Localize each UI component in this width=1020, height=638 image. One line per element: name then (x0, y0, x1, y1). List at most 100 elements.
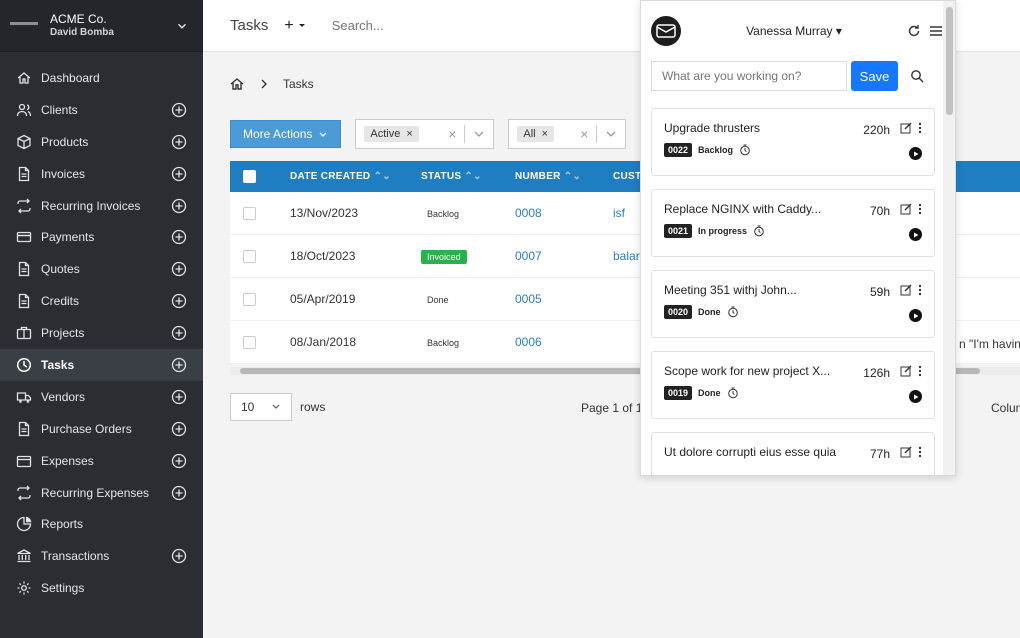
task-number-badge: 0020 (664, 305, 693, 319)
column-status[interactable]: STATUS ⌃⌄ (421, 171, 515, 182)
breadcrumb-current[interactable]: Tasks (283, 77, 314, 91)
search-input[interactable] (331, 18, 532, 33)
more-vertical-icon[interactable] (918, 122, 922, 134)
search-icon[interactable] (902, 61, 932, 91)
rows-per-page-select[interactable]: 10 (230, 393, 292, 421)
sidebar-item-recurring-invoices[interactable]: Recurring Invoices (0, 190, 203, 222)
play-icon[interactable] (909, 228, 922, 241)
play-icon[interactable] (909, 147, 922, 160)
sidebar-item-expenses[interactable]: Expenses (0, 445, 203, 477)
task-card[interactable]: Upgrade thrusters 220h 0022 Backlog (651, 108, 935, 176)
play-icon[interactable] (909, 309, 922, 322)
task-card[interactable]: Ut dolore corrupti eius esse quia 77h (651, 432, 935, 475)
menu-icon[interactable] (929, 24, 943, 38)
task-status: In progress (698, 226, 748, 236)
avatar[interactable] (651, 16, 681, 46)
add-circle-icon[interactable] (171, 293, 187, 309)
sidebar-item-invoices[interactable]: Invoices (0, 158, 203, 190)
row-checkbox[interactable] (243, 292, 256, 306)
sidebar-item-label: Invoices (41, 166, 86, 181)
add-circle-icon[interactable] (171, 198, 187, 214)
remove-tag-icon[interactable]: × (406, 128, 412, 140)
sidebar-item-transactions[interactable]: Transactions (0, 540, 203, 572)
save-button[interactable]: Save (851, 61, 898, 91)
chevron-down-icon[interactable] (605, 128, 617, 140)
client-filter-select[interactable]: All × × (508, 119, 627, 149)
add-circle-icon[interactable] (171, 421, 187, 437)
work-description-input[interactable] (651, 61, 847, 91)
add-circle-icon[interactable] (171, 229, 187, 245)
add-circle-icon[interactable] (171, 485, 187, 501)
sidebar-item-products[interactable]: Products (0, 126, 203, 158)
sidebar-item-projects[interactable]: Projects (0, 317, 203, 349)
column-number[interactable]: NUMBER ⌃⌄ (515, 171, 613, 182)
edit-icon[interactable] (900, 446, 912, 458)
sidebar-item-dashboard[interactable]: Dashboard (0, 62, 203, 94)
sidebar-item-credits[interactable]: Credits (0, 285, 203, 317)
clear-icon[interactable]: × (572, 126, 596, 142)
row-checkbox[interactable] (243, 335, 256, 349)
edit-icon[interactable] (900, 122, 912, 134)
status-filter-select[interactable]: Active × × (355, 119, 495, 149)
sidebar-item-reports[interactable]: Reports (0, 508, 203, 540)
more-vertical-icon[interactable] (918, 203, 922, 215)
sidebar-item-vendors[interactable]: Vendors (0, 381, 203, 413)
row-checkbox[interactable] (243, 249, 256, 263)
task-number-link[interactable]: 0007 (515, 249, 542, 263)
more-vertical-icon[interactable] (918, 446, 922, 458)
repeat-icon (16, 485, 32, 501)
task-card[interactable]: Replace NGINX with Caddy... 70h 0021 In pro… (651, 189, 935, 257)
sidebar-item-label: Projects (41, 326, 85, 341)
time-tracker-popup: Vanessa Murray ▾ Save Upgrade thrusters 2… (640, 0, 956, 476)
task-card[interactable]: Scope work for new project X... 126h 0019 D… (651, 351, 935, 419)
add-circle-icon[interactable] (171, 389, 187, 405)
task-title: Meeting 351 withj John... (664, 283, 797, 297)
row-checkbox[interactable] (243, 206, 256, 220)
customer-link[interactable]: balar (613, 249, 640, 263)
more-vertical-icon[interactable] (918, 284, 922, 296)
popup-scrollbar[interactable] (943, 1, 955, 475)
remove-tag-icon[interactable]: × (542, 128, 548, 140)
add-circle-icon[interactable] (171, 548, 187, 564)
sidebar-item-settings[interactable]: Settings (0, 572, 203, 604)
sidebar-item-recurring-expenses[interactable]: Recurring Expenses (0, 477, 203, 509)
sidebar-item-clients[interactable]: Clients (0, 94, 203, 126)
clear-icon[interactable]: × (440, 126, 464, 142)
credit-card-icon (16, 229, 32, 245)
chevron-down-icon[interactable] (175, 19, 189, 33)
sidebar-item-label: Expenses (41, 453, 94, 468)
home-icon[interactable] (229, 76, 245, 92)
add-circle-icon[interactable] (171, 453, 187, 469)
user-menu[interactable]: Vanessa Murray ▾ (681, 24, 907, 38)
task-number-link[interactable]: 0008 (515, 206, 542, 220)
edit-icon[interactable] (900, 284, 912, 296)
refresh-icon[interactable] (907, 24, 921, 38)
add-circle-icon[interactable] (171, 166, 187, 182)
play-icon[interactable] (909, 390, 922, 403)
add-circle-icon[interactable] (171, 261, 187, 277)
date-cell: 18/Oct/2023 (290, 249, 356, 263)
edit-icon[interactable] (900, 365, 912, 377)
sidebar-item-purchase-orders[interactable]: Purchase Orders (0, 413, 203, 445)
select-all-checkbox[interactable] (243, 170, 256, 183)
add-task-button[interactable]: + (284, 17, 305, 35)
edit-icon[interactable] (900, 203, 912, 215)
task-number-link[interactable]: 0006 (515, 335, 542, 349)
task-number-link[interactable]: 0005 (515, 292, 542, 306)
add-circle-icon[interactable] (171, 325, 187, 341)
add-circle-icon[interactable] (171, 134, 187, 150)
company-switcher[interactable]: ACME Co. David Bomba (0, 0, 203, 52)
column-date-label: DATE CREATED (290, 171, 371, 182)
sidebar-item-quotes[interactable]: Quotes (0, 253, 203, 285)
task-card[interactable]: Meeting 351 withj John... 59h 0020 Done (651, 270, 935, 338)
more-actions-button[interactable]: More Actions (230, 120, 342, 148)
customer-link[interactable]: isf (613, 206, 625, 220)
sidebar-item-payments[interactable]: Payments (0, 221, 203, 253)
columns-button[interactable]: Colum (991, 401, 1020, 415)
column-date-created[interactable]: DATE CREATED ⌃⌄ (290, 171, 421, 182)
sidebar-item-tasks[interactable]: Tasks (0, 349, 203, 381)
add-circle-icon[interactable] (171, 102, 187, 118)
add-circle-icon[interactable] (171, 357, 187, 373)
more-vertical-icon[interactable] (918, 365, 922, 377)
chevron-down-icon[interactable] (473, 128, 485, 140)
